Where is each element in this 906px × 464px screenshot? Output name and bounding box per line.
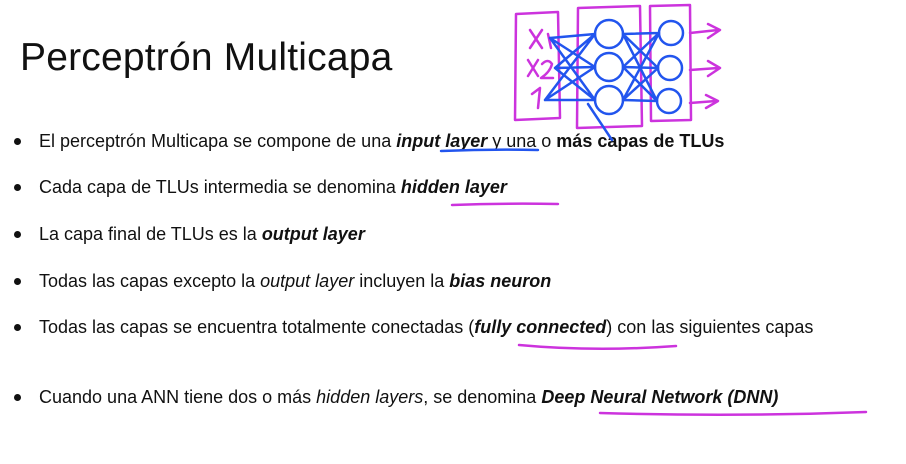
connection-lines bbox=[543, 31, 661, 103]
bullet-text-segment: más capas de TLUs bbox=[556, 131, 725, 151]
bullet-text-segment: fully connected bbox=[474, 317, 607, 337]
bullet-text-segment: output layer bbox=[260, 271, 355, 291]
input-layer-box bbox=[513, 10, 562, 122]
bullet-item: El perceptrón Multicapa se compone de un… bbox=[14, 130, 874, 152]
input-label-x1 bbox=[528, 28, 553, 50]
input-label-x2 bbox=[526, 58, 555, 80]
bullet-dot bbox=[14, 278, 21, 285]
bullet-text: El perceptrón Multicapa se compone de un… bbox=[39, 130, 874, 152]
output-arrow bbox=[688, 22, 722, 40]
bullet-text-segment: Todas las capas se encuentra totalmente … bbox=[39, 317, 475, 337]
bullet-item: Todas las capas se encuentra totalmente … bbox=[14, 316, 834, 338]
output-neuron bbox=[657, 19, 685, 47]
bullet-text: Todas las capas excepto la output layer … bbox=[39, 270, 874, 292]
bullet-dot bbox=[14, 394, 21, 401]
bullet-text-segment: incluyen la bbox=[354, 271, 450, 291]
bullet-text-segment: bias neuron bbox=[449, 271, 552, 291]
bullet-text: Cada capa de TLUs intermedia se denomina… bbox=[39, 176, 874, 198]
bullet-item: Todas las capas excepto la output layer … bbox=[14, 270, 874, 292]
bullet-text-segment: hidden layers bbox=[316, 387, 424, 407]
bullet-text-segment: Cada capa de TLUs intermedia se denomina bbox=[39, 177, 401, 197]
bullet-dot bbox=[14, 184, 21, 191]
hidden-neuron bbox=[593, 51, 625, 83]
bullet-text-segment: Cuando una ANN tiene dos o más bbox=[39, 387, 317, 407]
fully-connected-underline bbox=[517, 343, 678, 351]
input-label-1 bbox=[530, 86, 542, 110]
bullet-text-segment: Deep Neural Network (DNN) bbox=[541, 387, 779, 407]
bullet-dot bbox=[14, 324, 21, 331]
bullet-item: Cuando una ANN tiene dos o más hidden la… bbox=[14, 386, 874, 408]
bullet-text-segment: input layer bbox=[396, 131, 488, 151]
bullet-text-segment: ) con las siguientes capas bbox=[606, 317, 814, 337]
hidden-layer-underline bbox=[450, 202, 560, 207]
bullet-dot bbox=[14, 231, 21, 238]
bullet-text-segment: output layer bbox=[261, 224, 365, 244]
bullet-text: Todas las capas se encuentra totalmente … bbox=[39, 316, 834, 338]
bullet-item: Cada capa de TLUs intermedia se denomina… bbox=[14, 176, 874, 198]
output-layer-box bbox=[648, 3, 693, 123]
output-neuron bbox=[655, 87, 683, 115]
hidden-neuron bbox=[593, 18, 625, 50]
bullet-text-segment: El perceptrón Multicapa se compone de un… bbox=[39, 131, 397, 151]
bullet-text-segment: La capa final de TLUs es la bbox=[39, 224, 262, 244]
network-sketch bbox=[513, 3, 722, 142]
slide-title: Perceptrón Multicapa bbox=[20, 36, 393, 79]
hidden-layer-box bbox=[575, 4, 644, 130]
bullet-text-segment: , se denomina bbox=[423, 387, 542, 407]
bullet-text-segment: Todas las capas excepto la bbox=[39, 271, 261, 291]
output-neuron bbox=[656, 54, 684, 82]
output-arrow bbox=[688, 59, 722, 78]
dnn-underline bbox=[598, 410, 868, 417]
bullet-text-segment: y una o bbox=[487, 131, 557, 151]
hidden-neuron bbox=[593, 84, 625, 116]
bullet-dot bbox=[14, 138, 21, 145]
bullet-text-segment: hidden layer bbox=[400, 177, 507, 197]
bullet-text: Cuando una ANN tiene dos o más hidden la… bbox=[39, 386, 874, 408]
output-arrow bbox=[688, 93, 720, 110]
bullet-item: La capa final de TLUs es la output layer bbox=[14, 223, 874, 245]
bullet-text: La capa final de TLUs es la output layer bbox=[39, 223, 874, 245]
